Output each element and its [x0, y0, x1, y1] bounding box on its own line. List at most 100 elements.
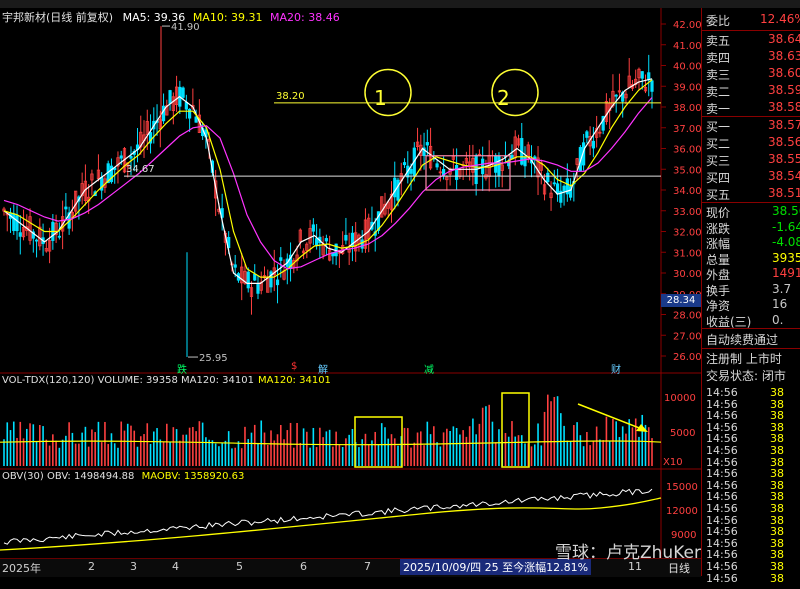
candle-body — [640, 71, 644, 79]
candle-body — [161, 105, 166, 122]
quote-stat-row: 换手 3.7 — [702, 282, 800, 299]
obv-axis-12000: 12000 — [666, 506, 698, 517]
quote-panel: 委比 12.46% 卖五 38.64卖四 38.63卖三 38.60卖二 38.… — [701, 8, 800, 585]
buy-level-label: 买四 — [706, 171, 731, 185]
sell-level-price: 38.59 — [768, 83, 800, 97]
date-tick-2: 2 — [88, 560, 95, 573]
circle-1-label: 1 — [374, 86, 387, 110]
quote-stat-row: 总量 39358 — [702, 251, 800, 268]
price-axis-tick: 30.00 — [673, 269, 701, 280]
quote-stat-value: -1.64 — [772, 219, 800, 234]
date-tick-7: 7 — [364, 560, 371, 573]
support-label: 34.67 — [126, 164, 155, 175]
candle-body — [233, 264, 237, 268]
candle-body — [555, 183, 560, 195]
candle-body — [256, 284, 260, 294]
weibi-label: 委比 — [706, 14, 731, 28]
order-book-buy-row[interactable]: 买五 38.51 — [702, 186, 800, 203]
price-axis-tick: 35.00 — [673, 165, 701, 176]
quote-stat-row: 收益(三) 0. — [702, 313, 800, 330]
auto-renew-notice[interactable]: 自动续费通过 — [706, 331, 778, 348]
candle-body — [562, 185, 566, 192]
sell-level-label: 卖五 — [706, 34, 731, 48]
order-book-sell-row[interactable]: 卖四 38.63 — [702, 49, 800, 66]
order-book-sell-row[interactable]: 卖三 38.60 — [702, 66, 800, 83]
candle-body — [647, 72, 651, 81]
weibi-value: 12.46% — [760, 12, 800, 26]
quote-stat-label: 涨幅 — [706, 237, 731, 251]
buy-level-price: 38.55 — [768, 152, 800, 166]
obv-header: OBV(30) OBV: 1498494.88 — [2, 471, 135, 482]
low-price-label: 25.95 — [199, 353, 228, 364]
quote-stat-label: 收益(三) — [706, 314, 752, 329]
buy-level-label: 买三 — [706, 154, 731, 168]
candle-body — [497, 155, 501, 176]
date-tick-2025: 2025年 — [2, 562, 41, 575]
quote-stat-row: 现价 38.56 — [702, 204, 800, 221]
candle-body — [546, 172, 550, 183]
order-book-buy-row[interactable]: 买一 38.57 — [702, 118, 800, 135]
candle-body — [481, 158, 485, 175]
price-axis-tick: 31.00 — [673, 248, 701, 259]
candle-body — [34, 239, 39, 242]
quote-stat-value: 3.7 — [772, 281, 792, 296]
chart-title: 宇邦新材(日线 前复权) — [2, 11, 114, 24]
quote-stat-value: 14912 — [772, 266, 800, 280]
date-tick-3: 3 — [130, 560, 137, 573]
price-axis-tick: 38.00 — [673, 103, 701, 114]
candle-body — [253, 273, 257, 281]
buy-level-price: 38.57 — [768, 118, 800, 132]
candle-body — [523, 156, 527, 167]
candle-body — [591, 140, 595, 149]
sell-level-label: 卖二 — [706, 85, 731, 99]
price-axis-tick: 36.00 — [673, 145, 701, 156]
candle-body — [246, 271, 250, 289]
xueqiu-watermark: 雪球：卢克ZhuKer — [555, 543, 701, 563]
event-marker-dividend[interactable]: $ — [291, 361, 297, 372]
obv-ma-legend: MAOBV: 1358920.63 — [141, 471, 245, 482]
order-book-buy-row[interactable]: 买四 38.54 — [702, 169, 800, 186]
price-axis-tick: 27.00 — [673, 331, 701, 342]
circle-2-label: 2 — [497, 86, 510, 110]
obv-axis-15000: 15000 — [666, 482, 698, 493]
order-book-sell-row[interactable]: 卖五 38.64 — [702, 32, 800, 49]
volume-axis-10000: 10000 — [664, 393, 696, 404]
price-axis-tick: 32.00 — [673, 228, 701, 239]
sell-level-price: 38.63 — [768, 49, 800, 63]
quote-stat-value: -4.08% — [772, 235, 800, 249]
quote-stat-value: 16 — [772, 297, 788, 311]
candle-body — [57, 235, 61, 238]
candle-body — [15, 215, 19, 232]
candle-body — [279, 257, 283, 261]
candle-body — [585, 131, 589, 138]
order-book-sell-row[interactable]: 卖二 38.59 — [702, 83, 800, 100]
order-book-sell-row[interactable]: 卖一 38.58 — [702, 100, 800, 117]
candle-body — [396, 179, 400, 201]
price-chart: 42.00 41.00 40.00 39.00 38.00 37.00 36.00 35.00… — [0, 8, 701, 374]
volume-ma-legend: MA120: 34101 — [258, 375, 331, 386]
quote-stat-label: 净资 — [706, 299, 731, 313]
price-axis-tick: 40.00 — [673, 62, 701, 73]
candle-body — [168, 90, 172, 104]
volume-axis-5000: 5000 — [670, 428, 696, 439]
candle-body — [425, 142, 429, 146]
volume-unit: X10 — [663, 457, 683, 468]
candle-body — [275, 279, 280, 286]
sell-level-label: 卖三 — [706, 68, 731, 82]
order-book-buy-row[interactable]: 买三 38.55 — [702, 152, 800, 169]
price-axis-tick: 34.00 — [673, 186, 701, 197]
price-axis-tick: 42.00 — [673, 20, 701, 31]
price-axis-tick: 26.00 — [673, 352, 701, 363]
trade-status: 交易状态: 闭市 — [706, 369, 786, 383]
price-axis-tick: 37.00 — [673, 124, 701, 135]
candle-body — [402, 162, 407, 166]
candle-body — [181, 87, 185, 98]
buy-level-price: 38.54 — [768, 169, 800, 183]
price-axis-tick: 39.00 — [673, 82, 701, 93]
quote-stat-row: 净资 16 — [702, 297, 800, 314]
candle-body — [344, 234, 348, 241]
candle-body — [184, 101, 188, 110]
candle-body — [435, 163, 439, 168]
order-book-buy-row[interactable]: 买二 38.56 — [702, 135, 800, 152]
ma5-legend: MA5: 39.36 — [122, 11, 186, 24]
